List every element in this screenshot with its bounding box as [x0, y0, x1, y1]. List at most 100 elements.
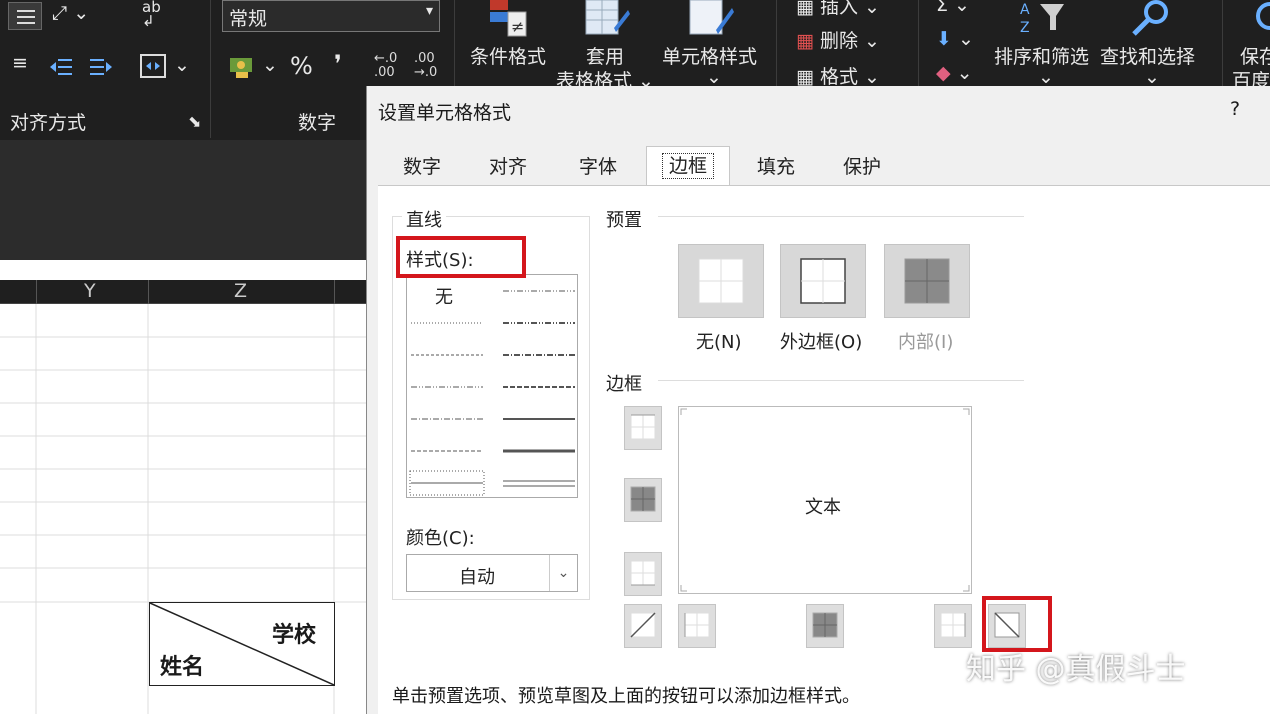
border-top-icon — [630, 414, 656, 440]
cell-style-button[interactable]: 单元格样式 — [662, 42, 757, 69]
svg-text:≠: ≠ — [511, 17, 524, 36]
decrease-decimal-top: .00 — [414, 51, 435, 66]
tab-font[interactable]: 字体 — [564, 148, 632, 186]
insert-label: 插入 — [820, 0, 859, 18]
group-separator — [210, 0, 211, 138]
chevron-down-icon[interactable]: ⌄ — [549, 555, 577, 591]
find-select-dropdown-icon[interactable]: ⌄ — [1144, 66, 1160, 88]
preset-none-button[interactable] — [678, 244, 764, 318]
diagonal-up-icon — [630, 612, 656, 638]
sort-filter-button[interactable]: 排序和筛选 — [994, 42, 1089, 69]
merge-dropdown-icon[interactable]: ⌄ — [174, 54, 190, 76]
group-divider — [658, 380, 1024, 381]
color-select[interactable]: 自动 ⌄ — [406, 554, 578, 592]
delete-button[interactable]: ▦ 删除 ⌄ — [796, 26, 880, 53]
delete-icon: ▦ — [796, 30, 814, 52]
decrease-indent-icon[interactable] — [48, 56, 74, 82]
border-inside-vertical-button[interactable] — [806, 604, 844, 648]
watermark: 知乎 @真假斗士 — [966, 652, 1186, 687]
border-left-icon — [684, 612, 710, 638]
find-select-icon[interactable] — [1128, 0, 1174, 42]
svg-text:Z: Z — [1020, 20, 1030, 36]
line-group-title: 直线 — [402, 206, 446, 232]
percent-button[interactable]: % — [290, 52, 313, 80]
line-style-swatches[interactable] — [407, 275, 577, 497]
preset-none-icon — [698, 258, 744, 304]
svg-text:A: A — [1020, 2, 1030, 18]
sort-filter-dropdown-icon[interactable]: ⌄ — [1038, 66, 1054, 88]
preset-outline-label[interactable]: 外边框(O) — [780, 328, 862, 354]
line-style-list[interactable]: 无 — [406, 274, 578, 498]
column-header-z[interactable]: Z — [234, 280, 247, 302]
border-left-button[interactable] — [678, 604, 716, 648]
border-top-button[interactable] — [624, 406, 662, 450]
column-header-y[interactable]: Y — [84, 280, 96, 302]
table-format-icon[interactable] — [584, 0, 630, 42]
diagonal-header-cell[interactable]: 学校 姓名 — [149, 602, 335, 686]
wrap-text-icon[interactable] — [8, 2, 42, 30]
border-preview[interactable]: 文本 — [678, 406, 972, 594]
table-format-label-1: 套用 — [586, 46, 625, 68]
cell-style-dropdown-icon[interactable]: ⌄ — [706, 66, 722, 88]
border-inside-vertical-icon — [812, 612, 838, 638]
preset-outline-icon — [800, 258, 846, 304]
border-diagonal-up-button[interactable] — [624, 604, 662, 648]
tab-border[interactable]: 边框 — [646, 146, 730, 186]
save-label-1[interactable]: 保存 — [1240, 42, 1270, 69]
currency-dropdown-icon[interactable]: ⌄ — [262, 54, 278, 76]
column-divider — [148, 280, 149, 304]
conditional-format-icon[interactable]: ≠ — [488, 0, 532, 42]
preset-group-title: 预置 — [606, 210, 642, 231]
decrease-decimal-button[interactable]: .00 →.0 — [414, 52, 437, 80]
save-baidu-icon[interactable] — [1252, 0, 1270, 40]
border-bottom-icon — [630, 560, 656, 586]
tab-alignment[interactable]: 对齐 — [474, 148, 542, 186]
cell-text-name: 姓名 — [160, 655, 205, 680]
highlight-style-label — [396, 236, 526, 278]
border-inside-horizontal-button[interactable] — [624, 478, 662, 522]
color-select-value: 自动 — [459, 567, 495, 588]
insert-button[interactable]: ▦ 插入 ⌄ — [796, 0, 880, 19]
comma-style-button[interactable]: ❜ — [334, 50, 342, 78]
column-divider — [36, 280, 37, 304]
autosum-icon[interactable]: Σ ⌄ — [936, 0, 970, 16]
find-select-button[interactable]: 查找和选择 — [1100, 42, 1195, 69]
tab-protection[interactable]: 保护 — [828, 148, 896, 186]
currency-icon[interactable] — [228, 54, 258, 84]
increase-decimal-button[interactable]: ←.0 .00 — [374, 52, 397, 80]
clear-icon[interactable]: ◆ ⌄ — [936, 62, 973, 84]
orientation-icon[interactable]: ⤢ ⌄ — [52, 2, 89, 24]
border-bottom-button[interactable] — [624, 552, 662, 596]
sort-filter-icon[interactable]: AZ — [1018, 0, 1072, 42]
format-button[interactable]: ▦ 格式 ⌄ — [796, 62, 880, 89]
border-group-title: 边框 — [606, 374, 642, 395]
align-group-label: 对齐方式 — [10, 112, 87, 134]
preset-outline-button[interactable] — [780, 244, 866, 318]
conditional-format-button[interactable]: 条件格式 — [470, 42, 546, 69]
column-header-row: Y Z — [0, 280, 370, 304]
border-right-button[interactable] — [934, 604, 972, 648]
decrease-decimal-bottom: →.0 — [414, 65, 438, 80]
text-direction-icon[interactable]: ab ↲ — [142, 0, 161, 29]
chevron-down-icon: ▾ — [425, 3, 433, 19]
tab-number[interactable]: 数字 — [388, 148, 456, 186]
preset-none-label[interactable]: 无(N) — [696, 328, 742, 354]
help-button[interactable]: ? — [1230, 98, 1240, 120]
border-inside-horizontal-icon — [630, 486, 656, 512]
number-format-value: 常规 — [229, 8, 268, 30]
number-format-select[interactable]: 常规 ▾ — [222, 0, 440, 32]
preset-inside-icon — [904, 258, 950, 304]
merge-center-icon[interactable] — [140, 54, 166, 82]
column-divider — [334, 280, 335, 304]
border-right-icon — [940, 612, 966, 638]
delete-label: 删除 — [820, 30, 859, 52]
cell-style-icon[interactable] — [688, 0, 734, 42]
fill-icon[interactable]: ⬇ ⌄ — [936, 28, 974, 50]
number-group-label: 数字 — [298, 112, 337, 134]
increase-indent-icon[interactable] — [88, 56, 114, 82]
tab-fill[interactable]: 填充 — [742, 148, 810, 186]
preset-inside-button — [884, 244, 970, 318]
dialog-launcher-icon[interactable]: ⬊ — [188, 112, 201, 131]
tab-border-label: 边框 — [661, 153, 714, 179]
align-right-icon[interactable]: ≡ — [12, 52, 28, 74]
